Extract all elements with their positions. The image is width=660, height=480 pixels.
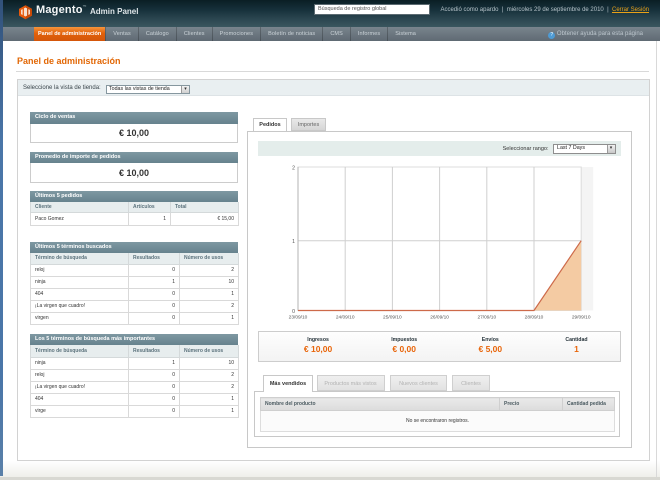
svg-text:27/09/10: 27/09/10 [477, 315, 496, 321]
svg-text:2: 2 [292, 166, 295, 172]
svg-text:24/09/10: 24/09/10 [336, 315, 355, 321]
svg-text:0: 0 [292, 309, 295, 315]
svg-text:25/09/10: 25/09/10 [383, 315, 402, 321]
svg-text:23/09/10: 23/09/10 [289, 315, 308, 321]
svg-text:28/09/10: 28/09/10 [525, 315, 544, 321]
svg-text:1: 1 [292, 239, 295, 245]
svg-text:29/09/10: 29/09/10 [572, 315, 591, 321]
svg-text:26/09/10: 26/09/10 [430, 315, 449, 321]
